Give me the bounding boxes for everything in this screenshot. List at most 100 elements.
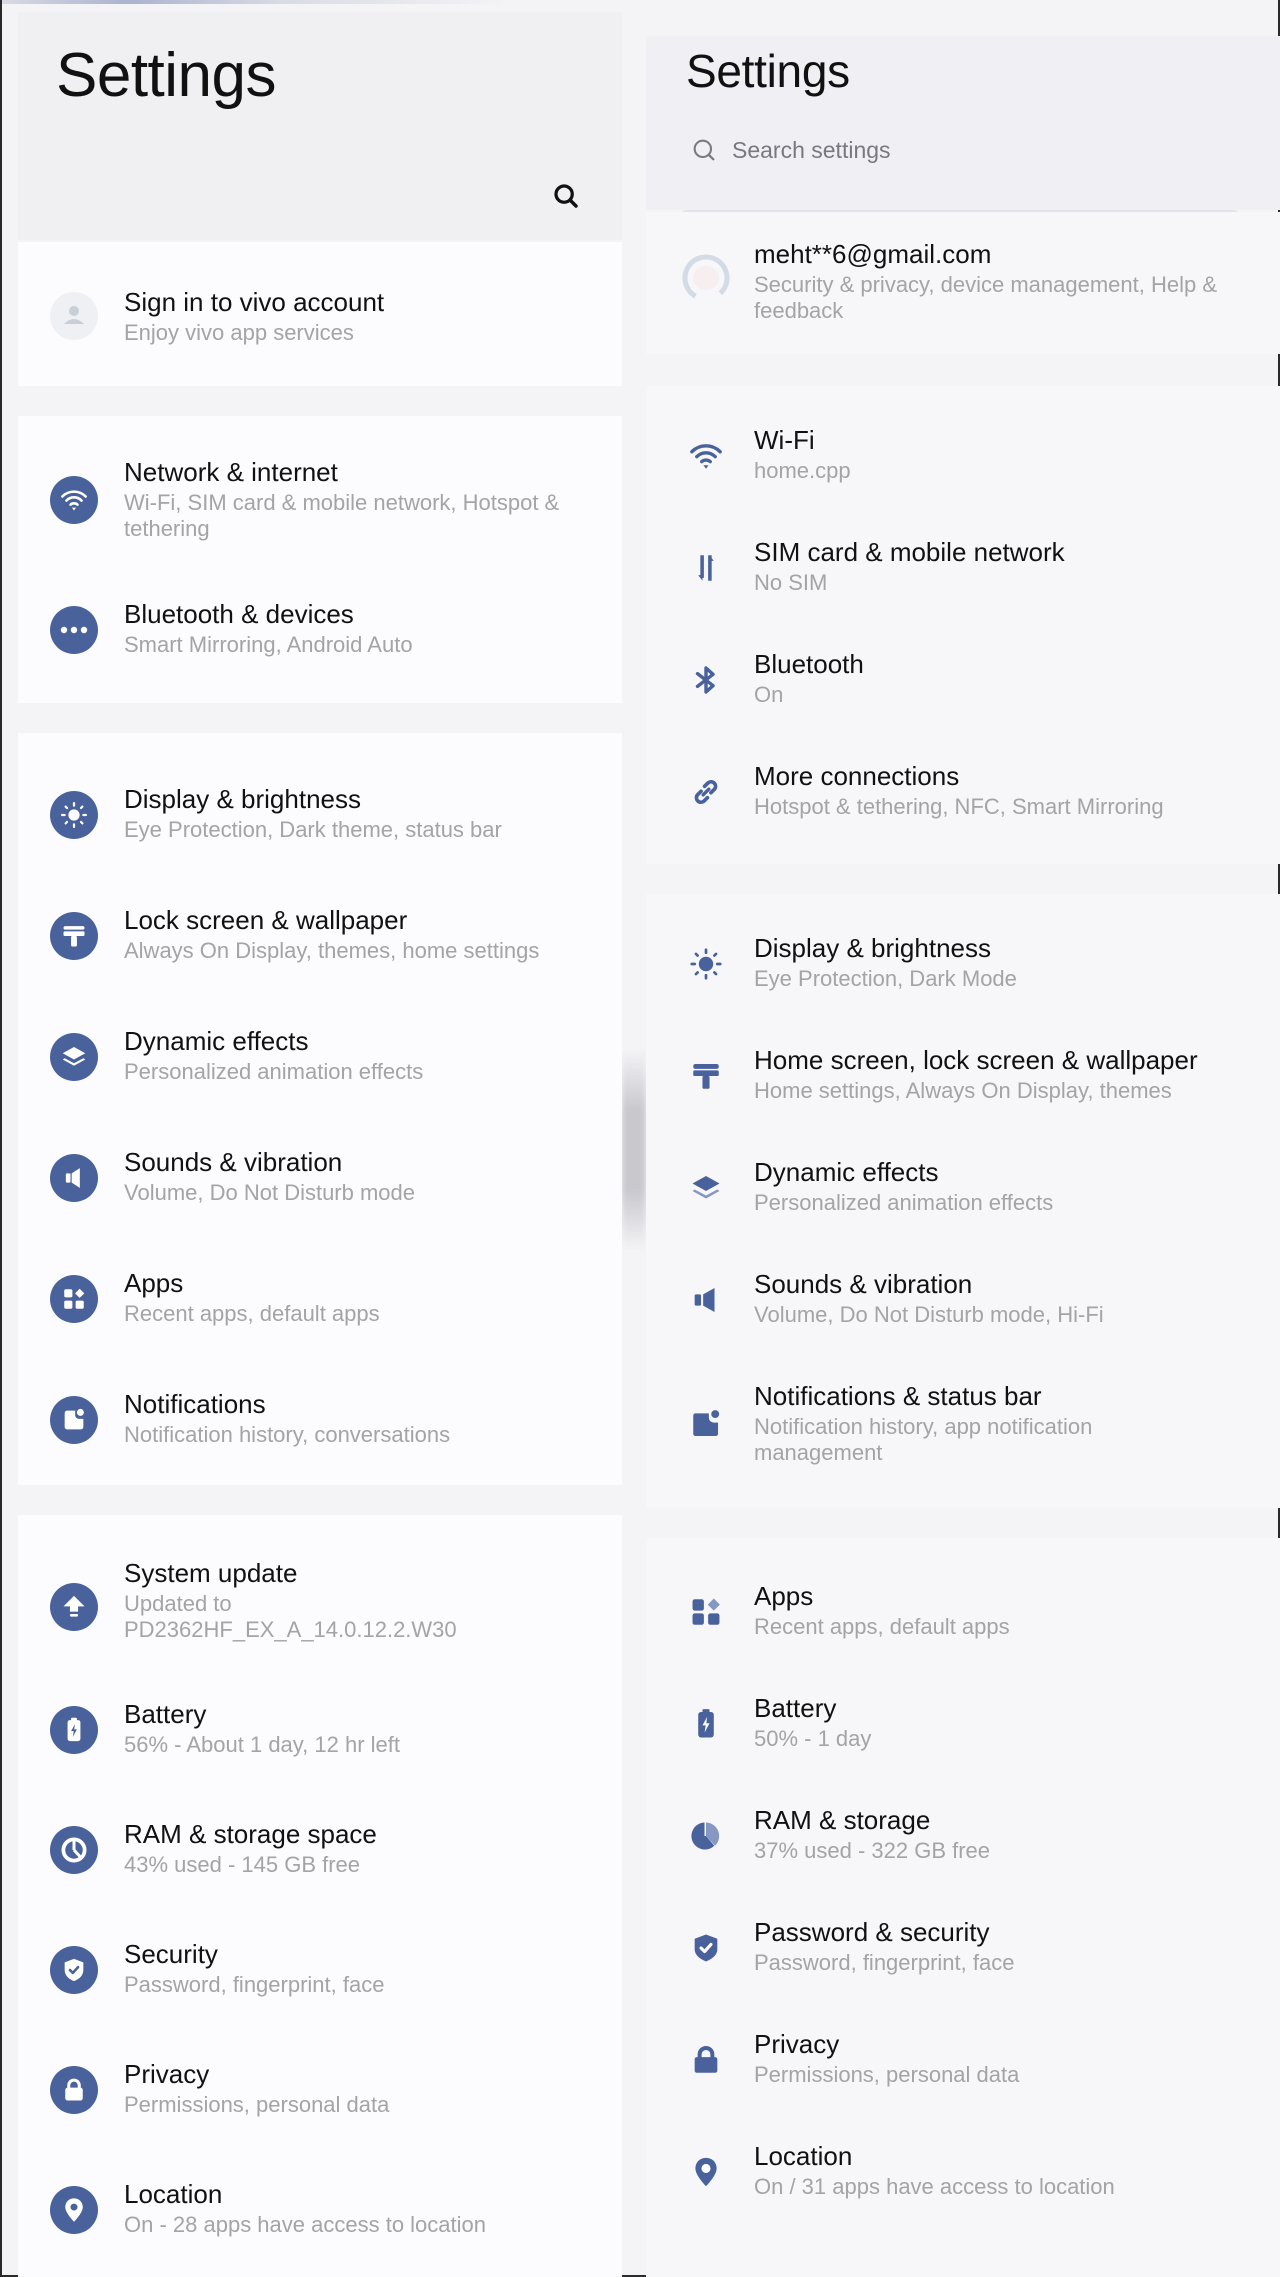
item-subtitle: Notification history, app notification m… [754,1414,1093,1465]
settings-item-display[interactable]: Display & brightness Eye Protection, Dar… [646,932,1280,996]
connectivity-card: Network & internet Wi-Fi, SIM card & mob… [18,416,622,703]
settings-item-notifications[interactable]: Notifications & status bar Notification … [646,1380,1280,1470]
item-subtitle: Volume, Do Not Disturb mode [124,1180,416,1205]
item-label: Bluetooth & devices [124,599,354,629]
google-account-row[interactable]: meht**6@gmail.com Security & privacy, de… [646,238,1280,328]
more-dots-icon [50,606,98,654]
item-subtitle: Always On Display, themes, home settings [124,938,540,963]
sign-in-account-row[interactable]: Sign in to vivo account Enjoy vivo app s… [18,286,622,346]
item-subtitle: Recent apps, default apps [754,1614,1010,1639]
item-subtitle: No SIM [754,570,828,595]
notification-icon [693,1410,720,1437]
settings-item-apps[interactable]: Apps Recent apps, default apps [646,1580,1280,1644]
item-subtitle: Wi-Fi, SIM card & mobile network, Hotspo… [124,490,560,541]
account-subtitle: Security & privacy, device management, H… [754,272,1218,323]
item-label: Network & internet [124,457,338,487]
item-subtitle: Volume, Do Not Disturb mode, Hi-Fi [754,1302,1104,1327]
settings-item-system-update[interactable]: System update Updated to PD2362HF_EX_A_1… [18,1557,622,1647]
account-label: Sign in to vivo account [124,287,385,317]
item-subtitle: 37% used - 322 GB free [754,1838,991,1863]
apps-grid-icon [50,1275,98,1323]
item-label: Security [124,1939,218,1969]
settings-item-privacy[interactable]: Privacy Permissions, personal data [18,2058,622,2122]
data-arrows-icon [698,555,714,581]
wifi-icon [690,444,722,469]
shield-check-icon [694,1934,718,1962]
window-top-edge [0,0,1280,4]
search-button[interactable] [548,178,584,214]
item-subtitle: Updated to PD2362HF_EX_A_14.0.12.2.W30 [124,1591,457,1642]
item-label: RAM & storage space [124,1819,377,1849]
system-card: System update Updated to PD2362HF_EX_A_1… [18,1515,622,2277]
right-header: Settings [646,36,1280,218]
speaker-icon [50,1154,98,1202]
item-label: Privacy [754,2029,840,2059]
item-label: Home screen, lock screen & wallpaper [754,1045,1198,1075]
sun-icon [50,791,98,839]
settings-item-bluetooth[interactable]: Bluetooth On [646,648,1280,712]
left-header: Settings [18,12,622,240]
settings-item-location[interactable]: Location On / 31 apps have access to loc… [646,2140,1280,2204]
shield-check-icon [50,1946,98,1994]
settings-item-location[interactable]: Location On - 28 apps have access to loc… [18,2178,622,2242]
connectivity-card: Wi-Fi home.cpp SIM card & mobile network… [646,386,1280,864]
item-subtitle: Hotspot & tethering, NFC, Smart Mirrorin… [754,794,1164,819]
item-subtitle: On / 31 apps have access to location [754,2174,1115,2199]
layers-icon [50,1033,98,1081]
lock-icon [50,2066,98,2114]
settings-item-bluetooth-devices[interactable]: Bluetooth & devices Smart Mirroring, And… [18,598,622,662]
item-label: Bluetooth [754,649,864,679]
lock-icon [694,2045,718,2073]
link-icon [694,779,718,805]
notification-icon [50,1396,98,1444]
item-label: System update [124,1558,298,1588]
item-subtitle: On [754,682,784,707]
settings-item-lock-screen[interactable]: Lock screen & wallpaper Always On Displa… [18,904,622,968]
window-left-edge [0,0,2,2277]
item-subtitle: 43% used - 145 GB free [124,1852,361,1877]
settings-item-privacy[interactable]: Privacy Permissions, personal data [646,2028,1280,2092]
settings-item-security[interactable]: Security Password, fingerprint, face [18,1938,622,2002]
settings-item-home-lock-wallpaper[interactable]: Home screen, lock screen & wallpaper Hom… [646,1044,1280,1108]
settings-item-sounds[interactable]: Sounds & vibration Volume, Do Not Distur… [646,1268,1280,1332]
settings-item-battery[interactable]: Battery 50% - 1 day [646,1692,1280,1756]
item-subtitle: Eye Protection, Dark Mode [754,966,1017,991]
search-icon [693,139,715,161]
item-subtitle: Password, fingerprint, face [124,1972,385,1997]
item-subtitle: Personalized animation effects [754,1190,1054,1215]
item-label: Dynamic effects [754,1157,939,1187]
layers-icon [692,1176,720,1199]
settings-item-dynamic-effects[interactable]: Dynamic effects Personalized animation e… [18,1025,622,1089]
bluetooth-icon [695,666,715,694]
settings-item-notifications[interactable]: Notifications Notification history, conv… [18,1388,622,1452]
item-label: Sounds & vibration [754,1269,973,1299]
item-label: Display & brightness [124,784,361,814]
account-avatar-icon [682,254,730,302]
settings-item-password-security[interactable]: Password & security Password, fingerprin… [646,1916,1280,1980]
settings-item-display[interactable]: Display & brightness Eye Protection, Dar… [18,783,622,847]
settings-item-apps[interactable]: Apps Recent apps, default apps [18,1267,622,1331]
settings-item-sim[interactable]: SIM card & mobile network No SIM [646,536,1280,600]
item-subtitle: Personalized animation effects [124,1059,424,1084]
settings-item-wifi[interactable]: Wi-Fi home.cpp [646,424,1280,488]
item-label: Apps [754,1581,814,1611]
item-subtitle: Home settings, Always On Display, themes [754,1078,1172,1103]
settings-item-more-connections[interactable]: More connections Hotspot & tethering, NF… [646,760,1280,824]
item-label: Battery [754,1693,837,1723]
search-bar[interactable] [682,122,1242,218]
account-card: Sign in to vivo account Enjoy vivo app s… [18,242,622,386]
settings-item-storage[interactable]: RAM & storage 37% used - 322 GB free [646,1804,1280,1868]
settings-item-network[interactable]: Network & internet Wi-Fi, SIM card & mob… [18,456,622,546]
item-subtitle: Notification history, conversations [124,1422,451,1447]
item-label: More connections [754,761,960,791]
item-subtitle: 56% - About 1 day, 12 hr left [124,1732,400,1757]
settings-item-storage[interactable]: RAM & storage space 43% used - 145 GB fr… [18,1818,622,1882]
location-pin-icon [695,2157,717,2187]
pie-chart-icon [50,1826,98,1874]
panel-divider [622,1050,646,1250]
settings-item-dynamic-effects[interactable]: Dynamic effects Personalized animation e… [646,1156,1280,1220]
settings-item-battery[interactable]: Battery 56% - About 1 day, 12 hr left [18,1698,622,1762]
search-input[interactable] [732,128,1212,172]
settings-item-sounds[interactable]: Sounds & vibration Volume, Do Not Distur… [18,1146,622,1210]
location-pin-icon [50,2186,98,2234]
